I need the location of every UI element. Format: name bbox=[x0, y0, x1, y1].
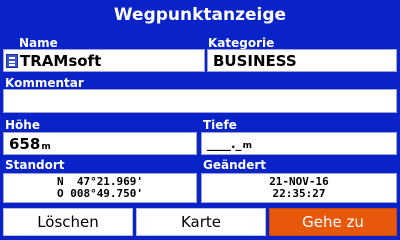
modified-time: 22:35:27 bbox=[272, 187, 326, 200]
modified-field: 21-NOV-16 22:35:27 bbox=[201, 173, 397, 203]
altitude-value-wrap: 658m bbox=[9, 135, 51, 153]
depth-value: ____._ bbox=[207, 136, 242, 151]
map-button[interactable]: Karte bbox=[136, 208, 266, 236]
altitude-label: Höhe bbox=[5, 118, 40, 132]
delete-button[interactable]: Löschen bbox=[3, 208, 133, 236]
location-longitude: O 008°49.750' bbox=[56, 187, 144, 200]
depth-field[interactable]: ____._m bbox=[201, 132, 397, 155]
comment-field[interactable] bbox=[3, 89, 397, 113]
depth-label: Tiefe bbox=[203, 118, 237, 132]
depth-value-wrap: ____._m bbox=[207, 137, 252, 151]
comment-label: Kommentar bbox=[5, 76, 84, 90]
modified-label: Geändert bbox=[203, 158, 267, 172]
category-label: Kategorie bbox=[208, 36, 275, 50]
name-label: Name bbox=[19, 36, 58, 50]
altitude-value: 658 bbox=[9, 134, 41, 153]
altitude-field[interactable]: 658m bbox=[3, 132, 197, 155]
altitude-unit: m bbox=[41, 141, 51, 152]
waypoint-flag-icon bbox=[6, 54, 18, 68]
category-field[interactable]: BUSINESS bbox=[207, 49, 397, 72]
location-field[interactable]: N 47°21.969' O 008°49.750' bbox=[3, 173, 197, 203]
depth-unit: m bbox=[242, 140, 252, 151]
location-label: Standort bbox=[5, 158, 65, 172]
page-title: Wegpunktanzeige bbox=[113, 5, 287, 25]
category-value: BUSINESS bbox=[213, 51, 297, 70]
name-value: TRAMsoft bbox=[20, 51, 102, 70]
name-field[interactable]: TRAMsoft bbox=[3, 49, 205, 72]
goto-button[interactable]: Gehe zu bbox=[269, 208, 397, 236]
